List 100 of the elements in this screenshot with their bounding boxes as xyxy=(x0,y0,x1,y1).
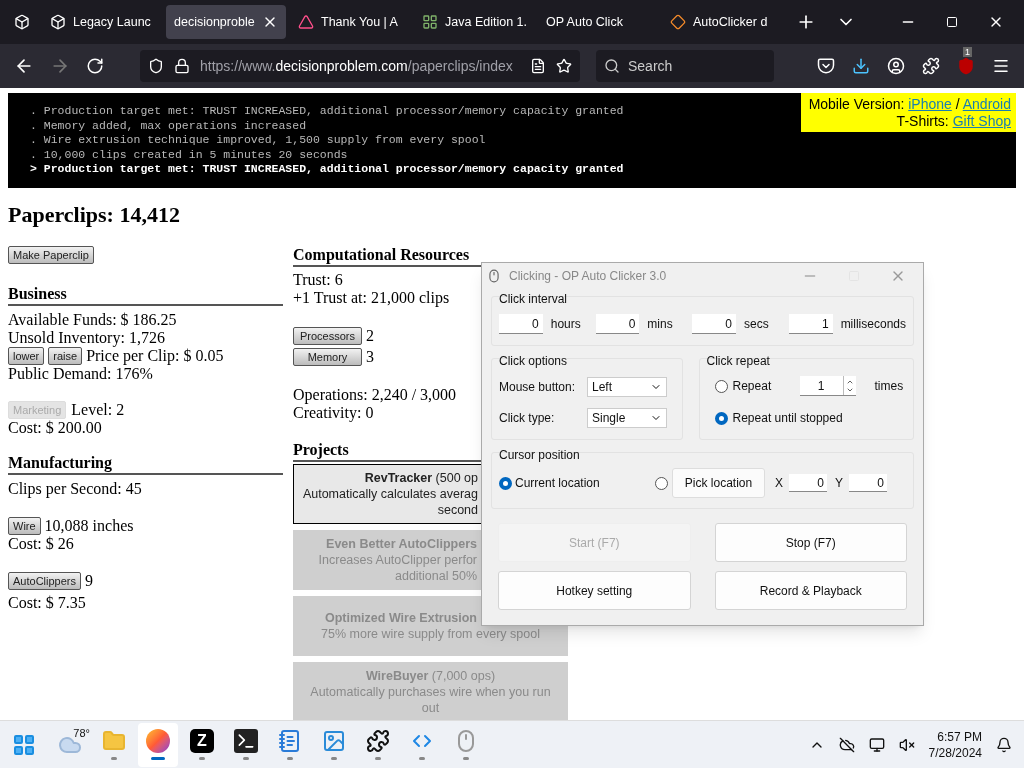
diamond-icon xyxy=(670,14,686,30)
extension-badge: 1 xyxy=(963,47,972,57)
console-line: . Memory added, max operations increased xyxy=(30,118,308,133)
browser-tab[interactable]: OP Auto Click xyxy=(538,5,658,39)
monitor-icon[interactable] xyxy=(868,736,885,753)
memory-button[interactable]: Memory xyxy=(293,348,362,366)
iphone-link[interactable]: iPhone xyxy=(908,96,952,112)
browser-tab[interactable]: Legacy Launc xyxy=(42,5,162,39)
number-field[interactable]: 0 xyxy=(692,314,736,334)
unit-label: hours xyxy=(550,316,582,333)
lower-button[interactable]: lower xyxy=(8,347,45,365)
stat-text: 10,088 inches xyxy=(44,517,134,535)
start-icon[interactable] xyxy=(12,732,36,757)
make-paperclip-button[interactable]: Make Paperclip xyxy=(8,246,94,264)
number-field[interactable]: 1 xyxy=(788,314,833,334)
weather-temperature: 78° xyxy=(73,725,90,741)
mouse-button-dropdown[interactable]: Left xyxy=(587,377,667,397)
raise-button[interactable]: raise xyxy=(48,347,83,365)
radio-button[interactable] xyxy=(714,411,728,425)
repeat-count-spinner[interactable]: 1 xyxy=(799,376,856,396)
stat-text: Level: 2 xyxy=(71,401,125,419)
console-line: . Production target met: TRUST INCREASED, additional processor/memory capacity granted xyxy=(30,104,624,119)
stat-text: Cost: $ 7.35 xyxy=(8,594,86,612)
terminal-icon[interactable] xyxy=(234,729,258,753)
promo-label: T-Shirts: xyxy=(896,113,949,129)
reader-view-icon[interactable] xyxy=(530,58,546,74)
radio-button[interactable] xyxy=(655,476,668,490)
pocket-icon[interactable] xyxy=(817,57,835,75)
gift-shop-link[interactable]: Gift Shop xyxy=(952,113,1011,129)
unit-label: mins xyxy=(647,316,674,333)
project-description: second xyxy=(437,502,478,518)
bookmark-star-icon[interactable] xyxy=(556,58,572,74)
wire-button[interactable]: Wire xyxy=(8,517,41,535)
notepad-icon[interactable] xyxy=(278,729,302,753)
extensions-icon[interactable] xyxy=(922,57,940,75)
browser-tab[interactable]: Thank You | A xyxy=(290,5,410,39)
firefox-icon[interactable] xyxy=(146,729,170,753)
y-field[interactable]: 0 xyxy=(849,474,888,492)
address-bar[interactable]: https://www.decisionproblem.com/paperclips/index xyxy=(140,50,580,82)
console-line: . 10,000 clips created in 5 minutes 20 seconds xyxy=(30,147,349,162)
separator-text: / xyxy=(955,96,960,112)
project-title: WireBuyer (7,000 ops) xyxy=(365,668,496,684)
autoclippers-button[interactable]: AutoClippers xyxy=(8,572,81,590)
clock-date[interactable]: 7/28/2024 xyxy=(928,744,982,761)
processors-button[interactable]: Processors xyxy=(293,327,362,345)
stat-text: Creativity: 0 xyxy=(293,404,374,422)
cloud-off-icon[interactable] xyxy=(838,736,855,753)
muted-speaker-icon[interactable] xyxy=(898,736,915,753)
triangle-icon xyxy=(298,14,314,30)
radio-button[interactable] xyxy=(714,379,728,393)
number-field[interactable]: 0 xyxy=(499,314,543,334)
project-description: Automatically purchases wire when you run xyxy=(310,684,551,700)
photos-icon[interactable] xyxy=(322,729,346,753)
stat-text: Cost: $ 200.00 xyxy=(8,419,102,437)
console-line: > Production target met: TRUST INCREASED, additional processor/memory capacity granted xyxy=(30,162,624,177)
notification-bell-icon[interactable] xyxy=(996,736,1012,753)
reload-icon[interactable] xyxy=(86,57,104,75)
console-line: . Wire extrusion technique improved, 1,500 supply from every spool xyxy=(30,133,487,148)
zed-icon[interactable]: Z xyxy=(190,729,214,753)
x-field[interactable]: 0 xyxy=(789,474,827,492)
action-button[interactable]: Hotkey setting xyxy=(498,571,691,610)
unit-label: times xyxy=(874,378,904,395)
shield-icon[interactable] xyxy=(148,58,164,74)
number-field[interactable]: 0 xyxy=(595,314,640,334)
group-label: Click repeat xyxy=(706,354,771,368)
click-type-dropdown[interactable]: Single xyxy=(587,408,667,428)
lock-icon xyxy=(174,58,190,74)
browser-tab[interactable]: AutoClicker d xyxy=(662,5,782,39)
radio-button[interactable] xyxy=(499,476,512,490)
puzzle-icon[interactable] xyxy=(366,729,390,753)
menu-icon[interactable] xyxy=(992,57,1010,75)
stat-text: 9 xyxy=(85,572,93,590)
group-label: Click options xyxy=(499,354,569,368)
clock-time[interactable]: 6:57 PM xyxy=(937,728,982,745)
browser-tab[interactable]: Java Edition 1. xyxy=(414,5,534,39)
stat-text: Unsold Inventory: 1,726 xyxy=(8,329,165,347)
search-icon xyxy=(604,58,620,74)
stat-text: 3 xyxy=(366,348,374,366)
stat-text: Public Demand: 176% xyxy=(8,365,153,383)
browser-tab[interactable]: decisionproble xyxy=(166,5,286,39)
pick-location-button[interactable]: Pick location xyxy=(672,468,765,498)
project-title: Optimized Wire Extrusion xyxy=(325,610,477,626)
android-link[interactable]: Android xyxy=(962,96,1011,112)
section-heading: Manufacturing xyxy=(8,453,283,475)
project-title: Even Better AutoClippers xyxy=(326,536,477,552)
action-button[interactable]: Record & Playback xyxy=(714,571,907,610)
promo-label: Mobile Version: xyxy=(808,96,905,112)
account-icon[interactable] xyxy=(887,57,905,75)
download-icon[interactable] xyxy=(852,57,870,75)
field-label: Mouse button: xyxy=(499,379,577,396)
coordinate-label: X xyxy=(775,475,783,492)
stat-text: Available Funds: $ 186.25 xyxy=(8,311,177,329)
search-field[interactable]: Search xyxy=(596,50,774,82)
window-title: Clicking - OP Auto Clicker 3.0 xyxy=(509,267,667,285)
url-text: https://www.decisionproblem.com/paperclips/index xyxy=(200,56,513,76)
cube-icon xyxy=(50,14,66,30)
action-button[interactable]: Stop (F7) xyxy=(714,523,907,562)
section-heading: Business xyxy=(8,284,283,306)
stat-text: 2 xyxy=(366,327,374,345)
project-description: Automatically calculates averag xyxy=(302,486,478,502)
